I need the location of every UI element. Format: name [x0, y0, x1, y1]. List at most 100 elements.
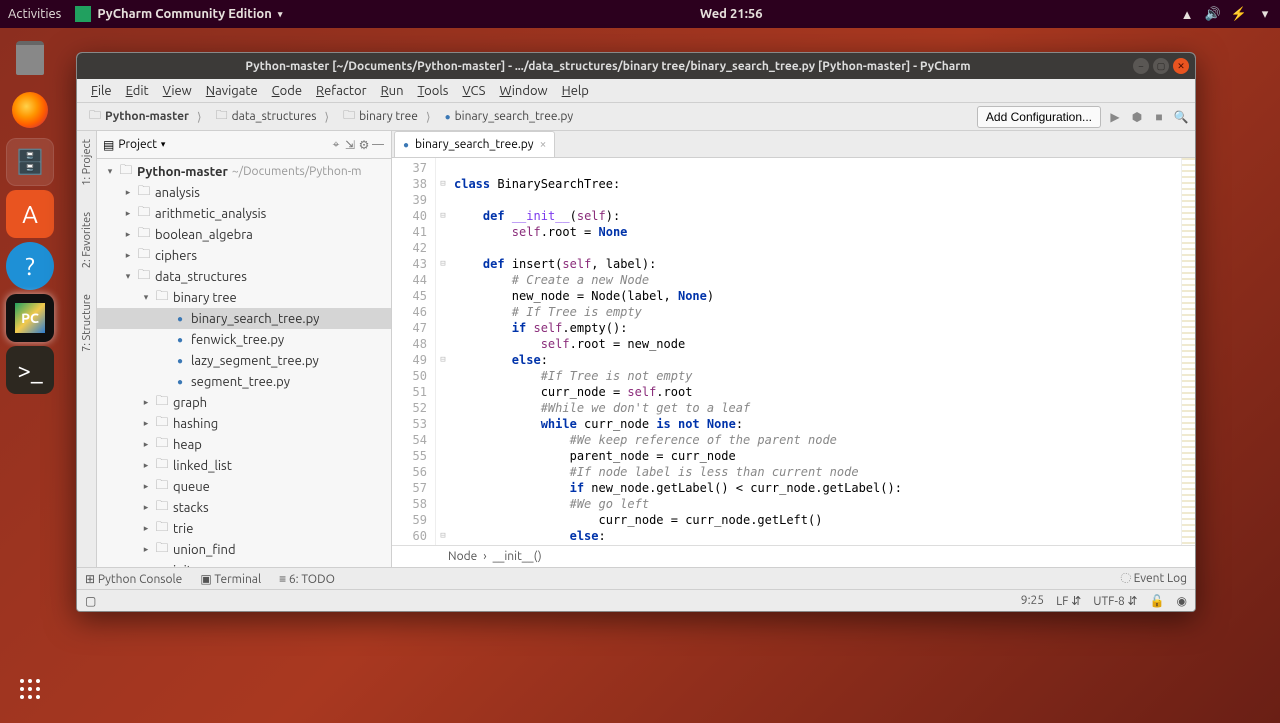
- tree-row[interactable]: ●init__.py: [97, 560, 391, 567]
- titlebar[interactable]: Python-master [~/Documents/Python-master…: [77, 53, 1195, 79]
- tree-row[interactable]: ▾🗀data_structures: [97, 266, 391, 287]
- todo-tab[interactable]: ≡ 6: TODO: [279, 572, 335, 586]
- run-icon[interactable]: ▶: [1107, 109, 1123, 125]
- expand-arrow-icon[interactable]: ▸: [123, 250, 133, 261]
- expand-arrow-icon[interactable]: ▸: [123, 229, 133, 240]
- expand-arrow-icon[interactable]: ▸: [141, 544, 151, 555]
- hide-icon[interactable]: —: [371, 138, 385, 152]
- encoding[interactable]: UTF-8 ⇵: [1093, 594, 1137, 608]
- project-view-label[interactable]: Project: [118, 138, 157, 151]
- tree-row[interactable]: ▸🗀hashing: [97, 413, 391, 434]
- menu-navigate[interactable]: Navigate: [200, 82, 264, 100]
- tree-row[interactable]: ▾🗀binary tree: [97, 287, 391, 308]
- cursor-position[interactable]: 9:25: [1021, 594, 1044, 607]
- structure-tool-tab[interactable]: 7: Structure: [79, 290, 95, 356]
- menu-vcs[interactable]: VCS: [456, 82, 491, 100]
- menu-code[interactable]: Code: [266, 82, 308, 100]
- expand-arrow-icon[interactable]: ▸: [123, 208, 133, 219]
- software-icon[interactable]: A: [6, 190, 54, 238]
- menu-file[interactable]: File: [85, 82, 118, 100]
- add-configuration-button[interactable]: Add Configuration...: [977, 106, 1101, 128]
- expand-arrow-icon[interactable]: ▸: [123, 187, 133, 198]
- menu-run[interactable]: Run: [375, 82, 410, 100]
- expand-arrow-icon[interactable]: ▸: [141, 460, 151, 471]
- expand-arrow-icon[interactable]: ▾: [105, 166, 115, 177]
- python-console-tab[interactable]: ⊞ Python Console: [85, 572, 182, 586]
- inspect-icon[interactable]: ◉: [1177, 594, 1187, 608]
- favorites-tool-tab[interactable]: 2: Favorites: [79, 208, 95, 272]
- menu-tools[interactable]: Tools: [412, 82, 455, 100]
- help-icon[interactable]: ?: [6, 242, 54, 290]
- stop-icon[interactable]: ■: [1151, 109, 1167, 125]
- project-tool-tab[interactable]: 1: Project: [79, 135, 95, 190]
- expand-arrow-icon[interactable]: ▾: [141, 292, 151, 303]
- menu-edit[interactable]: Edit: [120, 82, 155, 100]
- editor-tab[interactable]: ● binary_search_tree.py ×: [394, 131, 555, 157]
- project-tree[interactable]: ▾🗀Python-master~/Documents/Python-m▸🗀ana…: [97, 159, 391, 567]
- tree-row[interactable]: ▾🗀Python-master~/Documents/Python-m: [97, 161, 391, 182]
- firefox-icon[interactable]: [6, 86, 54, 134]
- terminal-icon[interactable]: >_: [6, 346, 54, 394]
- pycharm-launcher-icon[interactable]: PC: [6, 294, 54, 342]
- close-button[interactable]: ✕: [1173, 58, 1189, 74]
- minimize-button[interactable]: –: [1133, 58, 1149, 74]
- chevron-down-icon[interactable]: ▾: [161, 139, 166, 150]
- tree-row[interactable]: ▸🗀graph: [97, 392, 391, 413]
- app-menu[interactable]: PyCharm Community Edition ▾: [75, 6, 282, 22]
- editor-body[interactable]: 3738394041424344454647484950515253545556…: [392, 158, 1195, 545]
- expand-arrow-icon[interactable]: ▸: [141, 418, 151, 429]
- debug-icon[interactable]: ⬢: [1129, 109, 1145, 125]
- volume-icon[interactable]: 🔊: [1206, 7, 1220, 21]
- tree-row[interactable]: ●segment_tree.py: [97, 371, 391, 392]
- show-apps-icon[interactable]: [6, 665, 54, 713]
- line-separator[interactable]: LF ⇵: [1056, 594, 1081, 608]
- expand-arrow-icon[interactable]: ▸: [141, 397, 151, 408]
- tree-row[interactable]: ▸🗀boolean_algebra: [97, 224, 391, 245]
- code-area[interactable]: class BinarySearchTree: def __init__(sel…: [450, 158, 1181, 545]
- network-icon[interactable]: ▲: [1180, 7, 1194, 21]
- breadcrumb-item[interactable]: ● binary_search_tree.py: [439, 108, 588, 125]
- breadcrumb-item[interactable]: 🗀 binary tree: [337, 104, 437, 129]
- terminal-tab[interactable]: ▣ Terminal: [200, 572, 261, 586]
- menu-view[interactable]: View: [157, 82, 198, 100]
- tree-row[interactable]: ▸🗀queue: [97, 476, 391, 497]
- editor-breadcrumb[interactable]: Node › __init__(): [392, 545, 1195, 567]
- tree-row[interactable]: ●fenwick_tree.py: [97, 329, 391, 350]
- tree-row[interactable]: ▸🗀analysis: [97, 182, 391, 203]
- tree-row[interactable]: ●binary_search_tree.py: [97, 308, 391, 329]
- expand-arrow-icon[interactable]: ▸: [141, 523, 151, 534]
- chevron-down-icon[interactable]: ▾: [1258, 7, 1272, 21]
- close-tab-icon[interactable]: ×: [540, 138, 547, 151]
- maximize-button[interactable]: ▢: [1153, 58, 1169, 74]
- tree-row[interactable]: ▸🗀union_find: [97, 539, 391, 560]
- menu-refactor[interactable]: Refactor: [310, 82, 373, 100]
- trash-icon[interactable]: [6, 34, 54, 82]
- gear-icon[interactable]: ⚙: [357, 138, 371, 152]
- tree-row[interactable]: ▸🗀trie: [97, 518, 391, 539]
- menu-help[interactable]: Help: [556, 82, 595, 100]
- expand-arrow-icon[interactable]: ▾: [123, 271, 133, 282]
- expand-arrow-icon[interactable]: ▸: [141, 439, 151, 450]
- collapse-icon[interactable]: ⇲: [343, 138, 357, 152]
- minimap[interactable]: [1181, 158, 1195, 545]
- tree-row[interactable]: ●lazy_segment_tree.py: [97, 350, 391, 371]
- search-icon[interactable]: 🔍: [1173, 109, 1189, 125]
- tree-row[interactable]: ▸🗀ciphers: [97, 245, 391, 266]
- files-icon[interactable]: 🗄️: [6, 138, 54, 186]
- breadcrumb-item[interactable]: 🗀 data_structures: [210, 104, 335, 129]
- fold-column[interactable]: ⊟⊟⊟⊟⊟: [436, 158, 450, 545]
- tree-row[interactable]: ▸🗀arithmetic_analysis: [97, 203, 391, 224]
- clock[interactable]: Wed 21:56: [282, 7, 1180, 21]
- status-widget-icon[interactable]: ▢: [85, 594, 96, 608]
- battery-icon[interactable]: ⚡: [1232, 7, 1246, 21]
- expand-arrow-icon[interactable]: ▸: [141, 502, 151, 513]
- tree-row[interactable]: ▸🗀linked_list: [97, 455, 391, 476]
- event-log-tab[interactable]: ◌ Event Log: [1121, 572, 1187, 585]
- expand-arrow-icon[interactable]: ▸: [141, 481, 151, 492]
- tree-row[interactable]: ▸🗀heap: [97, 434, 391, 455]
- activities-button[interactable]: Activities: [8, 7, 61, 21]
- menu-window[interactable]: Window: [493, 82, 553, 100]
- locate-icon[interactable]: ⌖: [329, 138, 343, 152]
- readonly-icon[interactable]: 🔓: [1150, 594, 1165, 608]
- breadcrumb-item[interactable]: 🗀 Python-master: [83, 104, 208, 129]
